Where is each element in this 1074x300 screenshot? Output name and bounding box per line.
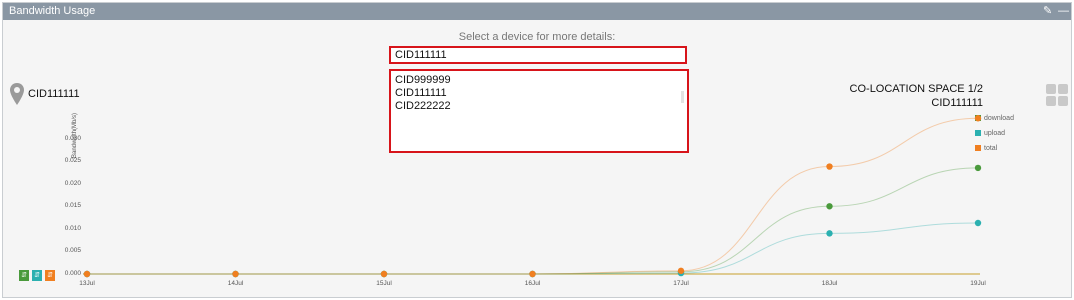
data-point-total	[529, 270, 536, 278]
data-point-total	[677, 267, 685, 275]
toggle-upload-button[interactable]: ⇵	[32, 270, 42, 281]
bandwidth-usage-panel: Bandwidth Usage ✎ — Select a device for …	[2, 2, 1072, 298]
data-point-upload	[826, 230, 833, 237]
data-point-download	[974, 164, 982, 172]
data-point-upload	[974, 219, 982, 227]
data-point-total	[974, 115, 982, 122]
series-line-upload	[86, 222, 979, 275]
data-point-total	[380, 270, 388, 278]
data-point-total	[83, 270, 91, 278]
toggle-download-button[interactable]: ⇵	[19, 270, 29, 281]
toggle-total-button[interactable]: ⇵	[45, 270, 55, 281]
data-point-total	[232, 270, 239, 278]
data-point-download	[826, 203, 833, 210]
data-point-total	[826, 163, 833, 170]
series-line-total	[86, 117, 979, 275]
bandwidth-chart	[83, 115, 982, 278]
series-line-download	[86, 167, 979, 275]
